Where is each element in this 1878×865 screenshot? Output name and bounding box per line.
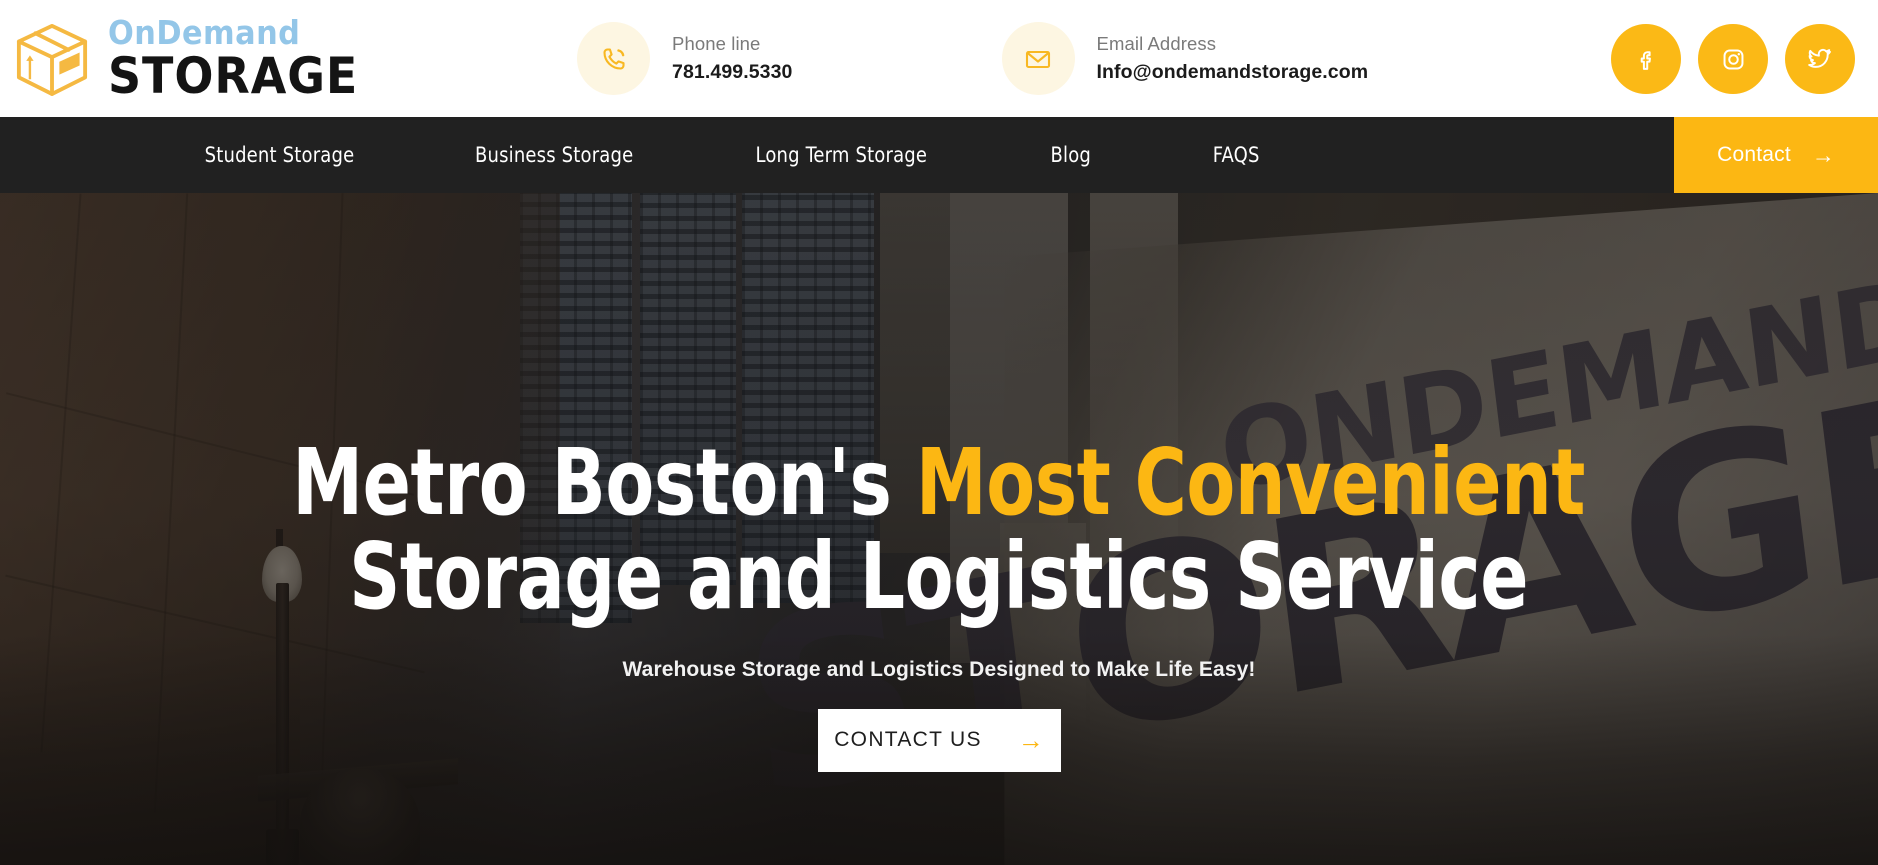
contact-button[interactable]: Contact → (1674, 117, 1878, 193)
hero-headline: Metro Boston's Most Convenient Storage a… (293, 436, 1586, 624)
phone-number[interactable]: 781.499.5330 (672, 61, 793, 84)
phone-call-icon (577, 22, 651, 95)
arrow-right-icon: → (1811, 141, 1835, 168)
contact-us-button-label: CONTACT US (834, 728, 982, 752)
site-logo[interactable]: OnDemand STORAGE (6, 11, 380, 107)
facebook-icon[interactable] (1611, 24, 1681, 94)
headline-accent-part: Most Convenient (916, 429, 1586, 536)
twitter-icon[interactable] (1785, 24, 1855, 94)
email-contact-block[interactable]: Email Address Info@ondemandstorage.com (1001, 22, 1369, 95)
email-label: Email Address (1096, 33, 1217, 54)
nav-item-business-storage[interactable]: Business Storage (475, 143, 633, 168)
nav-item-blog[interactable]: Blog (1050, 143, 1091, 168)
headline-line-two: Storage and Logistics Service (349, 522, 1529, 630)
logo-text-bottom: STORAGE (108, 47, 359, 105)
phone-contact-block[interactable]: Phone line 781.499.5330 (577, 22, 793, 95)
contact-us-button[interactable]: CONTACT US → (817, 708, 1061, 772)
nav-item-faqs[interactable]: FAQS (1212, 143, 1259, 168)
social-links (1611, 24, 1855, 94)
arrow-right-icon: → (1017, 725, 1044, 756)
top-bar: OnDemand STORAGE Phone line 781.499.5330… (0, 0, 1878, 117)
email-address[interactable]: Info@ondemandstorage.com (1097, 61, 1369, 84)
contact-button-label: Contact (1717, 143, 1791, 166)
headline-plain-part: Metro Boston's (292, 429, 917, 536)
main-navigation: Student Storage Business Storage Long Te… (0, 117, 1878, 193)
hero-section: ONDEMAND STORAGE Pick up. Storage. Retur… (0, 193, 1878, 865)
nav-item-student-storage[interactable]: Student Storage (205, 143, 355, 168)
logo-text-top: OnDemand (108, 13, 301, 52)
phone-label: Phone line (672, 33, 761, 54)
nav-items: Student Storage Business Storage Long Te… (0, 143, 1261, 168)
hero-subtitle: Warehouse Storage and Logistics Designed… (622, 657, 1256, 681)
hero-content: Metro Boston's Most Convenient Storage a… (0, 193, 1878, 865)
cardboard-box-icon (6, 11, 98, 107)
nav-item-long-term-storage[interactable]: Long Term Storage (756, 143, 928, 168)
instagram-icon[interactable] (1698, 24, 1768, 94)
envelope-icon (1001, 22, 1075, 95)
